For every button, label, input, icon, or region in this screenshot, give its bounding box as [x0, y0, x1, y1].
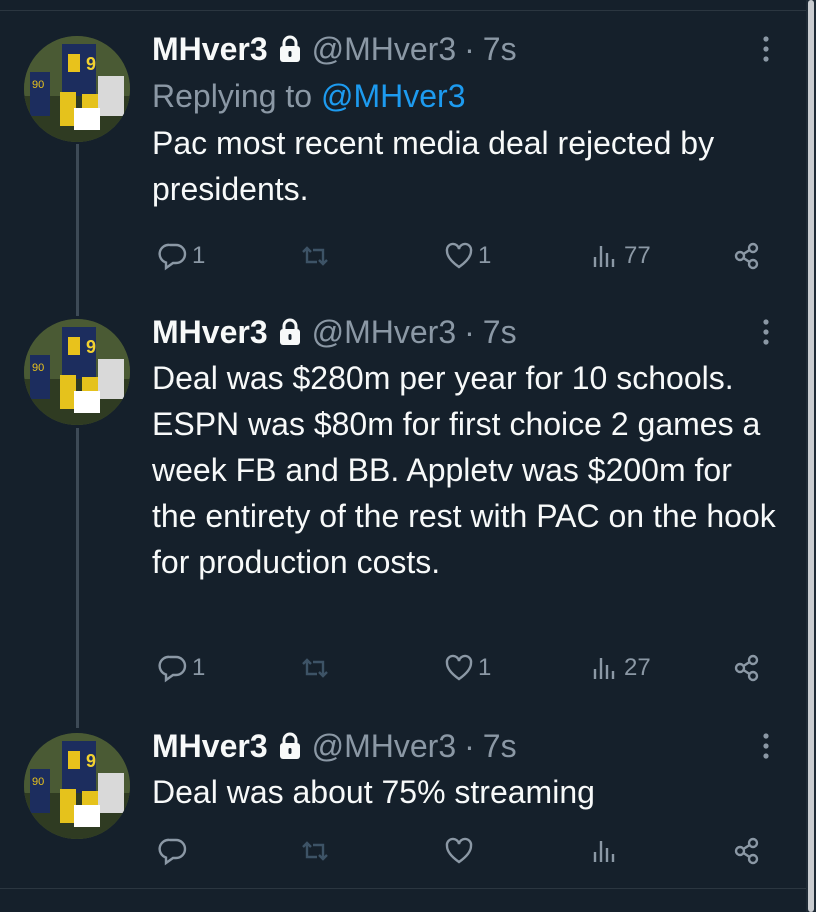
thread-line: [76, 144, 79, 316]
user-handle[interactable]: @MHver3: [312, 728, 457, 765]
views-icon: [593, 246, 615, 267]
tweet-header: MHver3 @MHver3 · 7s: [152, 727, 782, 765]
share-button[interactable]: [732, 236, 762, 276]
retweet-button[interactable]: [300, 648, 334, 688]
separator-dot: ·: [464, 30, 475, 67]
reply-button[interactable]: 1: [158, 236, 205, 276]
svg-text:9: 9: [86, 337, 96, 357]
scrollbar-track[interactable]: [806, 0, 816, 912]
more-icon[interactable]: [754, 731, 778, 761]
timestamp[interactable]: 7s: [483, 31, 517, 68]
reply-icon: [158, 655, 187, 683]
tweet-text: Deal was $280m per year for 10 schools. …: [152, 360, 776, 580]
tweet-header: MHver3 @MHver3 · 7s: [152, 313, 782, 351]
retweet-button[interactable]: [300, 831, 334, 871]
tweet-content: MHver3 @MHver3 · 7s Deal was $280m per y…: [152, 313, 782, 585]
views-icon: [593, 658, 615, 679]
share-icon: [734, 242, 759, 270]
lock-icon: [279, 732, 300, 759]
lock-icon: [279, 35, 300, 62]
reply-count: 1: [192, 654, 206, 681]
display-name[interactable]: MHver3: [152, 31, 268, 68]
display-name[interactable]: MHver3: [152, 728, 268, 765]
replying-to: Replying to @MHver3: [152, 76, 782, 116]
views-button[interactable]: 77: [590, 236, 651, 276]
reply-icon: [158, 838, 187, 866]
tweet-header: MHver3 @MHver3 · 7s: [152, 30, 782, 68]
separator-dot: ·: [464, 727, 475, 764]
tweet-actions: 1 1 27: [152, 648, 772, 688]
heart-icon: [445, 654, 473, 681]
reply-icon: [158, 243, 187, 271]
timestamp[interactable]: 7s: [483, 728, 517, 765]
scrollbar-thumb[interactable]: [808, 0, 814, 912]
retweet-button[interactable]: [300, 236, 334, 276]
retweet-icon: [302, 841, 328, 861]
like-count: 1: [478, 654, 492, 681]
reply-button[interactable]: 1: [158, 648, 205, 688]
retweet-icon: [302, 658, 328, 678]
avatar[interactable]: 9 90: [24, 733, 130, 839]
svg-text:9: 9: [86, 751, 96, 771]
tweet-text: Deal was about 75% streaming: [152, 774, 595, 810]
like-button[interactable]: 1: [444, 236, 491, 276]
svg-text:90: 90: [32, 79, 44, 91]
heart-icon: [445, 242, 473, 269]
svg-text:9: 9: [86, 54, 96, 74]
top-divider: [0, 10, 806, 11]
view-count: 27: [624, 654, 651, 681]
like-button[interactable]: [444, 831, 478, 871]
reply-count: 1: [192, 242, 206, 269]
tweet-actions: [152, 831, 772, 871]
display-name[interactable]: MHver3: [152, 314, 268, 351]
svg-text:90: 90: [32, 776, 44, 788]
views-button[interactable]: 27: [590, 648, 651, 688]
like-button[interactable]: 1: [444, 648, 491, 688]
separator-dot: ·: [464, 313, 475, 350]
share-icon: [734, 837, 759, 865]
lock-icon: [279, 318, 300, 345]
thread-line: [76, 428, 79, 728]
avatar[interactable]: 9 90: [24, 36, 130, 142]
replying-prefix: Replying to: [152, 78, 313, 114]
like-count: 1: [478, 242, 492, 269]
timestamp[interactable]: 7s: [483, 314, 517, 351]
heart-icon: [445, 837, 473, 864]
avatar[interactable]: 9 90: [24, 319, 130, 425]
user-handle[interactable]: @MHver3: [312, 314, 457, 351]
retweet-icon: [302, 246, 328, 266]
tweet-content: MHver3 @MHver3 · 7s Deal was about 75% s…: [152, 727, 782, 815]
reply-button[interactable]: [158, 831, 192, 871]
views-button[interactable]: [590, 831, 624, 871]
views-icon: [593, 841, 615, 862]
replying-handle[interactable]: @MHver3: [321, 78, 466, 114]
tweet-actions: 1 1 77: [152, 236, 772, 276]
share-icon: [734, 654, 759, 682]
more-icon[interactable]: [754, 317, 778, 347]
bottom-divider: [0, 888, 806, 889]
tweet-content: MHver3 @MHver3 · 7s Replying to @MHver3 …: [152, 30, 782, 212]
svg-text:90: 90: [32, 362, 44, 374]
tweet-text: Pac most recent media deal rejected by p…: [152, 125, 715, 207]
more-icon[interactable]: [754, 34, 778, 64]
share-button[interactable]: [732, 831, 762, 871]
share-button[interactable]: [732, 648, 762, 688]
view-count: 77: [624, 242, 651, 269]
user-handle[interactable]: @MHver3: [312, 31, 457, 68]
